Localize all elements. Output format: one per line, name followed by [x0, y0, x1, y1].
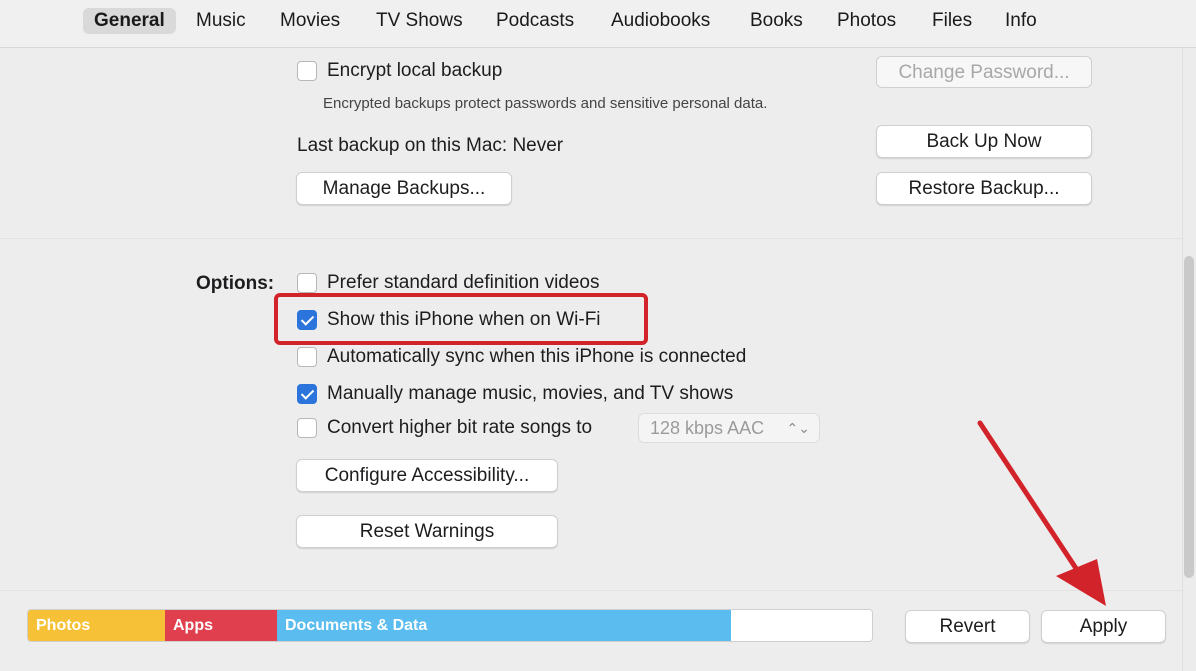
- encrypt-backup-label: Encrypt local backup: [327, 60, 503, 81]
- prefer-sd-checkbox[interactable]: [297, 273, 317, 293]
- highlight-box: [274, 293, 648, 345]
- encrypt-description: Encrypted backups protect passwords and …: [323, 95, 768, 112]
- convert-bitrate-label: Convert higher bit rate songs to: [327, 417, 593, 438]
- manually-manage-label: Manually manage music, movies, and TV sh…: [327, 383, 734, 404]
- storage-segment-apps: Apps: [165, 610, 277, 641]
- revert-button[interactable]: Revert: [905, 610, 1030, 643]
- back-up-now-button[interactable]: Back Up Now: [876, 125, 1092, 158]
- restore-backup-button[interactable]: Restore Backup...: [876, 172, 1092, 205]
- auto-sync-checkbox[interactable]: [297, 347, 317, 367]
- bitrate-select-value: 128 kbps AAC: [650, 418, 765, 438]
- last-backup-text: Last backup on this Mac: Never: [297, 135, 564, 156]
- storage-bar: Photos Apps Documents & Data: [27, 609, 873, 642]
- tab-audiobooks[interactable]: Audiobooks: [600, 8, 721, 34]
- scrollbar-thumb[interactable]: [1184, 256, 1194, 578]
- tab-bar: General Music Movies TV Shows Podcasts A…: [0, 0, 1196, 48]
- options-heading: Options:: [196, 273, 275, 294]
- encrypt-backup-checkbox[interactable]: [297, 61, 317, 81]
- auto-sync-label: Automatically sync when this iPhone is c…: [327, 346, 747, 367]
- bitrate-select[interactable]: 128 kbps AAC ⌃⌄: [638, 413, 820, 443]
- change-password-button[interactable]: Change Password...: [876, 56, 1092, 88]
- prefer-sd-label: Prefer standard definition videos: [327, 272, 600, 293]
- apply-button[interactable]: Apply: [1041, 610, 1166, 643]
- storage-segment-photos: Photos: [28, 610, 165, 641]
- tab-podcasts[interactable]: Podcasts: [485, 8, 585, 34]
- tab-tv-shows[interactable]: TV Shows: [365, 8, 474, 34]
- storage-label-documents: Documents & Data: [285, 617, 428, 634]
- chevron-updown-icon: ⌃⌄: [786, 420, 810, 436]
- configure-accessibility-button[interactable]: Configure Accessibility...: [296, 459, 558, 492]
- storage-label-apps: Apps: [173, 617, 213, 634]
- tab-info[interactable]: Info: [994, 8, 1048, 34]
- tab-books[interactable]: Books: [739, 8, 814, 34]
- tab-general[interactable]: General: [83, 8, 176, 34]
- tab-files[interactable]: Files: [921, 8, 983, 34]
- storage-segment-free: [731, 610, 872, 641]
- tab-photos[interactable]: Photos: [826, 8, 907, 34]
- tab-movies[interactable]: Movies: [269, 8, 351, 34]
- convert-bitrate-checkbox[interactable]: [297, 418, 317, 438]
- storage-label-photos: Photos: [36, 617, 91, 634]
- manage-backups-button[interactable]: Manage Backups...: [296, 172, 512, 205]
- section-divider: [0, 238, 1182, 239]
- manually-manage-checkbox[interactable]: [297, 384, 317, 404]
- footer-divider: [0, 590, 1182, 591]
- reset-warnings-button[interactable]: Reset Warnings: [296, 515, 558, 548]
- tab-music[interactable]: Music: [185, 8, 257, 34]
- storage-segment-documents: Documents & Data: [277, 610, 731, 641]
